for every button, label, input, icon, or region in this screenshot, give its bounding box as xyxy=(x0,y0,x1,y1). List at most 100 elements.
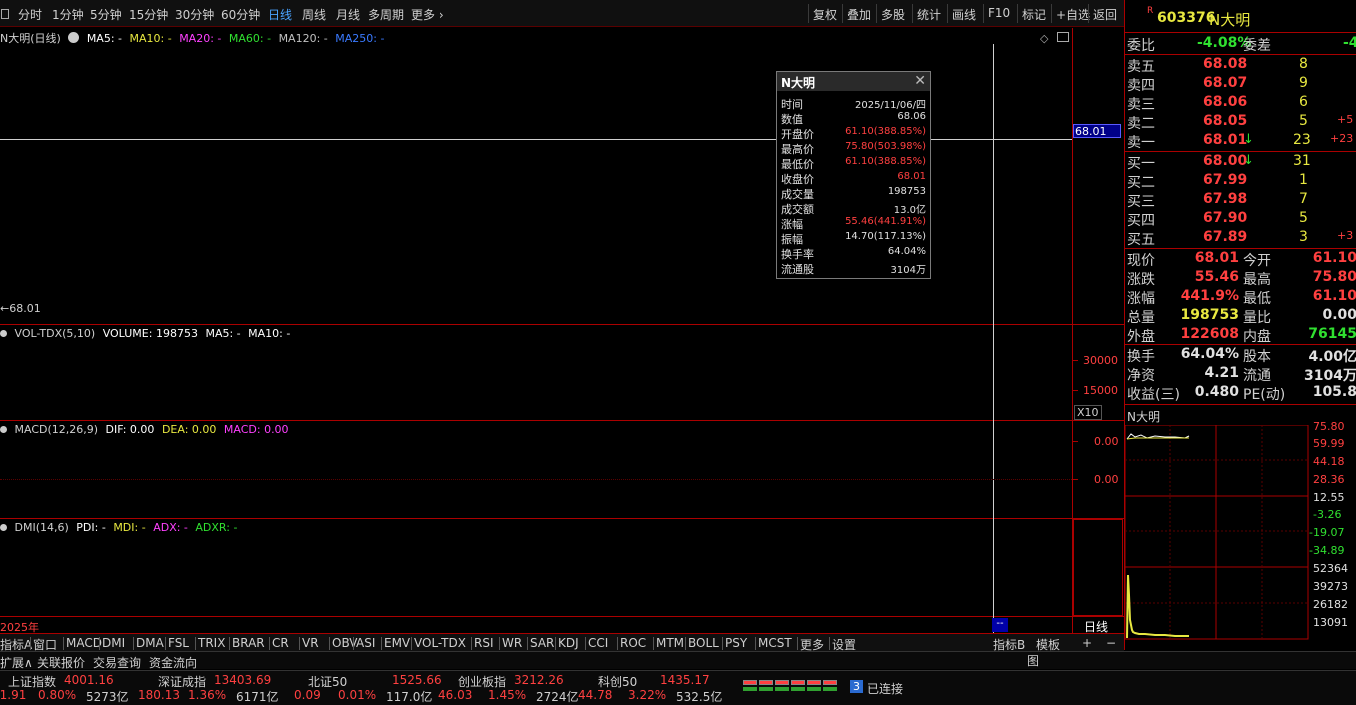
margin-badge: R xyxy=(1147,6,1154,16)
tab-fund-flow[interactable]: 资金流向 xyxy=(149,654,197,671)
tool-fuquan[interactable]: 复权 xyxy=(808,4,841,23)
fund-value: 105.8 xyxy=(1312,384,1356,400)
period-tab-1min[interactable]: 1分钟 xyxy=(52,6,84,23)
period-tab-more[interactable]: 更多 › xyxy=(411,6,444,23)
price-marker: 68.01 xyxy=(1073,124,1121,138)
period-tab-fenshi[interactable]: 分时 xyxy=(18,6,42,23)
tool-tongji[interactable]: 统计 xyxy=(912,4,945,23)
tooltip-row: 成交量 198753 xyxy=(777,186,930,201)
tool-back[interactable]: 返回 xyxy=(1088,4,1121,23)
close-icon[interactable]: ✕ xyxy=(914,73,926,89)
mini-axis-label: 28.36 xyxy=(1313,473,1345,486)
mini-axis-label: -34.89 xyxy=(1309,544,1345,557)
indicator-tab[interactable]: EMV xyxy=(384,636,410,650)
tool-f10[interactable]: F10 xyxy=(983,4,1014,23)
fund-value: 64.04% xyxy=(1180,346,1239,362)
indicator-tab[interactable]: PSY xyxy=(725,636,747,650)
mini-axis-label: 12.55 xyxy=(1313,491,1345,504)
index-change: 31.91 xyxy=(0,688,27,702)
ask-row[interactable]: 卖四 68.07 9 xyxy=(1125,75,1356,94)
ask-label: 卖一 xyxy=(1127,135,1155,151)
eye-icon[interactable] xyxy=(68,32,80,43)
indicator-tab[interactable]: VOL-TDX xyxy=(414,636,466,650)
breadth-bar xyxy=(791,687,805,691)
period-tab-30min[interactable]: 30分钟 xyxy=(175,6,214,23)
ask-price: 68.07 xyxy=(1203,75,1248,91)
vol-axis-1: 30000 xyxy=(1083,354,1118,367)
index-percent: 0.01% xyxy=(338,688,377,702)
bid-row[interactable]: 买二 67.99 1 xyxy=(1125,172,1356,191)
breadth-bar xyxy=(807,687,821,691)
indicator-right-tab[interactable]: + xyxy=(1082,636,1092,650)
window-toggle-icon[interactable] xyxy=(1057,32,1069,42)
period-tab-60min[interactable]: 60分钟 xyxy=(221,6,260,23)
bid-row[interactable]: 买四 67.90 5 xyxy=(1125,210,1356,229)
mini-axis-label: 13091 xyxy=(1313,616,1348,629)
breadth-bar xyxy=(823,687,837,691)
bid-label: 买二 xyxy=(1127,175,1155,191)
breadth-bar xyxy=(759,680,773,685)
tooltip-row: 开盘价 61.10(388.85%) xyxy=(777,126,930,141)
vol-dot-icon[interactable] xyxy=(0,330,7,337)
indicator-tab[interactable]: MTM xyxy=(656,636,684,650)
stat-label: 量比 xyxy=(1243,310,1271,326)
indicator-tab[interactable]: BOLL xyxy=(688,636,719,650)
ask-row[interactable]: 卖五 68.08 8 xyxy=(1125,56,1356,75)
indicator-tab[interactable]: FSL xyxy=(168,636,189,650)
mini-chart-title: N大明 xyxy=(1127,410,1160,424)
bid-price: 67.89 xyxy=(1203,229,1248,245)
vol-axis-2: 15000 xyxy=(1083,384,1118,397)
indicator-tab[interactable]: RSI xyxy=(474,636,494,650)
tooltip-row-label: 涨幅 xyxy=(781,218,803,231)
indicator-tab[interactable]: MCST xyxy=(758,636,792,650)
ask-row[interactable]: 卖三 68.06 6 xyxy=(1125,94,1356,113)
tooltip-row-label: 收盘价 xyxy=(781,173,814,186)
period-tab-weekly[interactable]: 周线 xyxy=(302,6,326,23)
ask-row[interactable]: 卖二 68.05 5 +5 xyxy=(1125,113,1356,132)
bid-label: 买一 xyxy=(1127,156,1155,172)
tab-expand[interactable]: 扩展∧ xyxy=(0,654,33,671)
tab-trade-query[interactable]: 交易查询 xyxy=(93,654,141,671)
indicator-tab[interactable]: MACD xyxy=(66,636,102,650)
indicator-tab[interactable]: SAR xyxy=(530,636,554,650)
breadth-bar xyxy=(743,687,757,691)
tool-diejia[interactable]: 叠加 xyxy=(842,4,875,23)
ask-row[interactable]: 卖一 68.01 ↓ 23 +23 xyxy=(1125,132,1356,151)
menu-icon[interactable] xyxy=(1,9,9,19)
stat-label: 最高 xyxy=(1243,272,1271,288)
macd-dot-icon[interactable] xyxy=(0,426,7,433)
period-tab-daily[interactable]: 日线 xyxy=(268,6,292,23)
period-tab-5min[interactable]: 5分钟 xyxy=(90,6,122,23)
bid-row[interactable]: 买五 67.89 3 +3 xyxy=(1125,229,1356,248)
period-tab-monthly[interactable]: 月线 xyxy=(336,6,360,23)
indicator-tab[interactable]: WR xyxy=(502,636,522,650)
period-tab-15min[interactable]: 15分钟 xyxy=(129,6,168,23)
indicator-right-tab[interactable]: − xyxy=(1106,636,1116,650)
indicator-tab[interactable]: DMA xyxy=(136,636,164,650)
period-tab-multi[interactable]: 多周期 xyxy=(368,6,404,23)
indicator-tab[interactable]: KDJ xyxy=(558,636,579,650)
ask-volume: 5 xyxy=(1299,113,1308,129)
indicator-tab[interactable]: ROC xyxy=(620,636,646,650)
indicator-tab[interactable]: ASI xyxy=(356,636,375,650)
tab-divider xyxy=(555,637,556,650)
indicator-tab[interactable]: CR xyxy=(272,636,289,650)
tool-huaxian[interactable]: 画线 xyxy=(947,4,980,23)
bid-row[interactable]: 买一 68.00 ↓ 31 xyxy=(1125,153,1356,172)
quote-stat-row: 总量 198753 量比 0.00 xyxy=(1125,307,1356,326)
indicator-tab[interactable]: VR xyxy=(302,636,319,650)
tool-duogu[interactable]: 多股 xyxy=(876,4,909,23)
mini-chart-icon[interactable]: 图 xyxy=(1027,652,1039,669)
dmi-dot-icon[interactable] xyxy=(0,524,7,531)
quote-stat-row: 涨幅 441.9% 最低 61.10 xyxy=(1125,288,1356,307)
diamond-icon[interactable]: ◇ xyxy=(1040,32,1048,45)
tab-divider xyxy=(195,637,196,650)
indicator-tab[interactable]: BRAR xyxy=(232,636,265,650)
indicator-tab[interactable]: CCI xyxy=(588,636,608,650)
indicator-tab[interactable]: TRIX xyxy=(198,636,225,650)
connection-count[interactable]: 3 xyxy=(850,680,863,693)
tab-related-quotes[interactable]: 关联报价 xyxy=(37,654,85,671)
indicator-tab[interactable]: DMI xyxy=(102,636,125,650)
bid-row[interactable]: 买三 67.98 7 xyxy=(1125,191,1356,210)
tool-biaoji[interactable]: 标记 xyxy=(1017,4,1050,23)
